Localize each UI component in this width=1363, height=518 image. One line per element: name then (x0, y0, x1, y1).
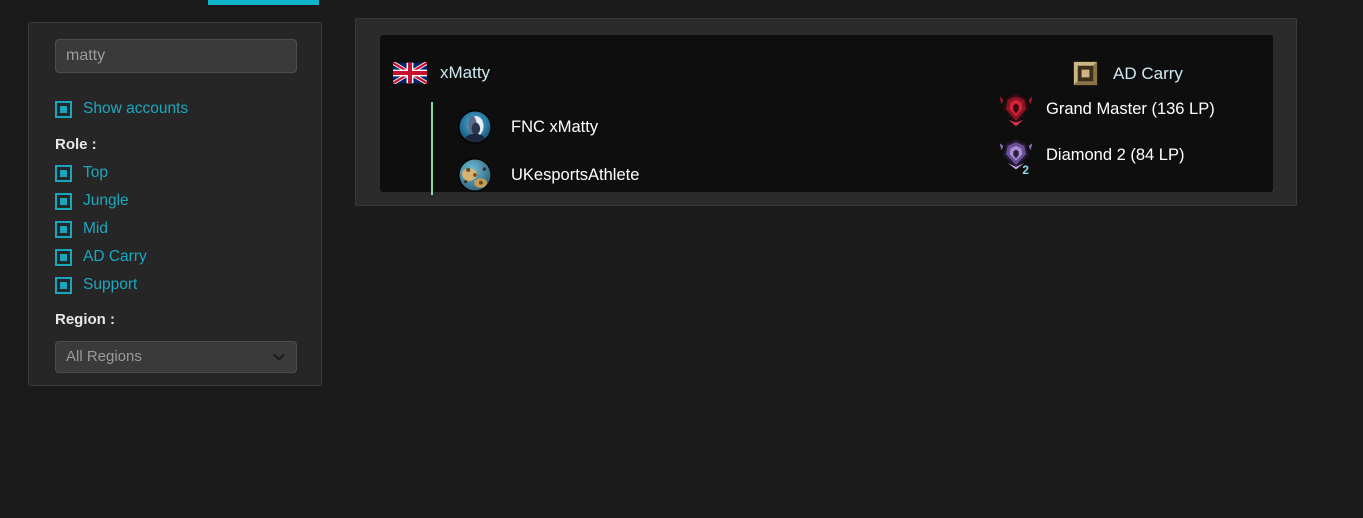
results-panel: xMatty AD Carry FNC xMatty UKesportsAthl… (355, 18, 1297, 206)
role-filter-adcarry[interactable]: AD Carry (55, 247, 147, 267)
bottom-lane-icon (1073, 61, 1098, 86)
role-filter-jungle[interactable]: Jungle (55, 191, 129, 211)
grandmaster-emblem-icon (999, 93, 1033, 127)
rank-row: 2 Diamond 2 (84 LP) (996, 135, 1185, 175)
show-accounts-label: Show accounts (83, 100, 189, 117)
search-input[interactable] (55, 39, 297, 73)
summoner-avatar-icon (458, 110, 492, 144)
checkbox-checked-icon[interactable] (55, 220, 72, 238)
player-name: xMatty (440, 63, 491, 82)
player-result-card[interactable]: xMatty AD Carry FNC xMatty UKesportsAthl… (380, 35, 1273, 195)
show-accounts-checkbox-row[interactable]: Show accounts (55, 99, 188, 119)
role-label-jungle: Jungle (83, 192, 129, 209)
account-row[interactable]: UKesportsAthlete (458, 158, 639, 192)
chevron-down-icon (273, 354, 285, 361)
role-label-adcarry: AD Carry (83, 248, 147, 265)
player-role-header: AD Carry (1070, 58, 1183, 89)
role-heading: Role : (55, 136, 97, 153)
checkbox-checked-icon[interactable] (55, 100, 72, 118)
account-name: FNC xMatty (511, 117, 599, 136)
checkbox-checked-icon[interactable] (55, 248, 72, 266)
role-label-support: Support (83, 276, 138, 293)
role-filter-support[interactable]: Support (55, 275, 137, 295)
checkbox-checked-icon[interactable] (55, 276, 72, 294)
player-role-label: AD Carry (1113, 63, 1183, 83)
region-heading: Region : (55, 311, 115, 328)
account-row[interactable]: FNC xMatty (458, 110, 598, 144)
rank-row: Grand Master (136 LP) (996, 89, 1215, 129)
uk-flag-icon (393, 62, 427, 84)
player-header[interactable]: xMatty (393, 62, 490, 84)
account-name: UKesportsAthlete (511, 165, 640, 184)
summoner-avatar-icon (458, 158, 492, 192)
role-label-top: Top (83, 164, 108, 181)
active-tab-indicator[interactable] (208, 0, 319, 5)
rank-label: Diamond 2 (84 LP) (1046, 145, 1185, 164)
tab-strip (0, 0, 1363, 5)
region-select-value: All Regions (66, 348, 142, 365)
account-tree-connector (431, 102, 433, 195)
region-select[interactable]: All Regions (55, 341, 297, 373)
page-root: Show accounts Role : Top Jungle Mid AD C… (0, 0, 1363, 518)
role-label-mid: Mid (83, 220, 108, 237)
checkbox-checked-icon[interactable] (55, 164, 72, 182)
checkbox-checked-icon[interactable] (55, 192, 72, 210)
role-filter-mid[interactable]: Mid (55, 219, 108, 239)
role-filter-top[interactable]: Top (55, 163, 108, 183)
rank-label: Grand Master (136 LP) (1046, 99, 1215, 118)
rank-division-badge: 2 (1022, 163, 1029, 175)
filter-panel: Show accounts Role : Top Jungle Mid AD C… (28, 22, 322, 386)
diamond-emblem-icon: 2 (999, 139, 1033, 175)
